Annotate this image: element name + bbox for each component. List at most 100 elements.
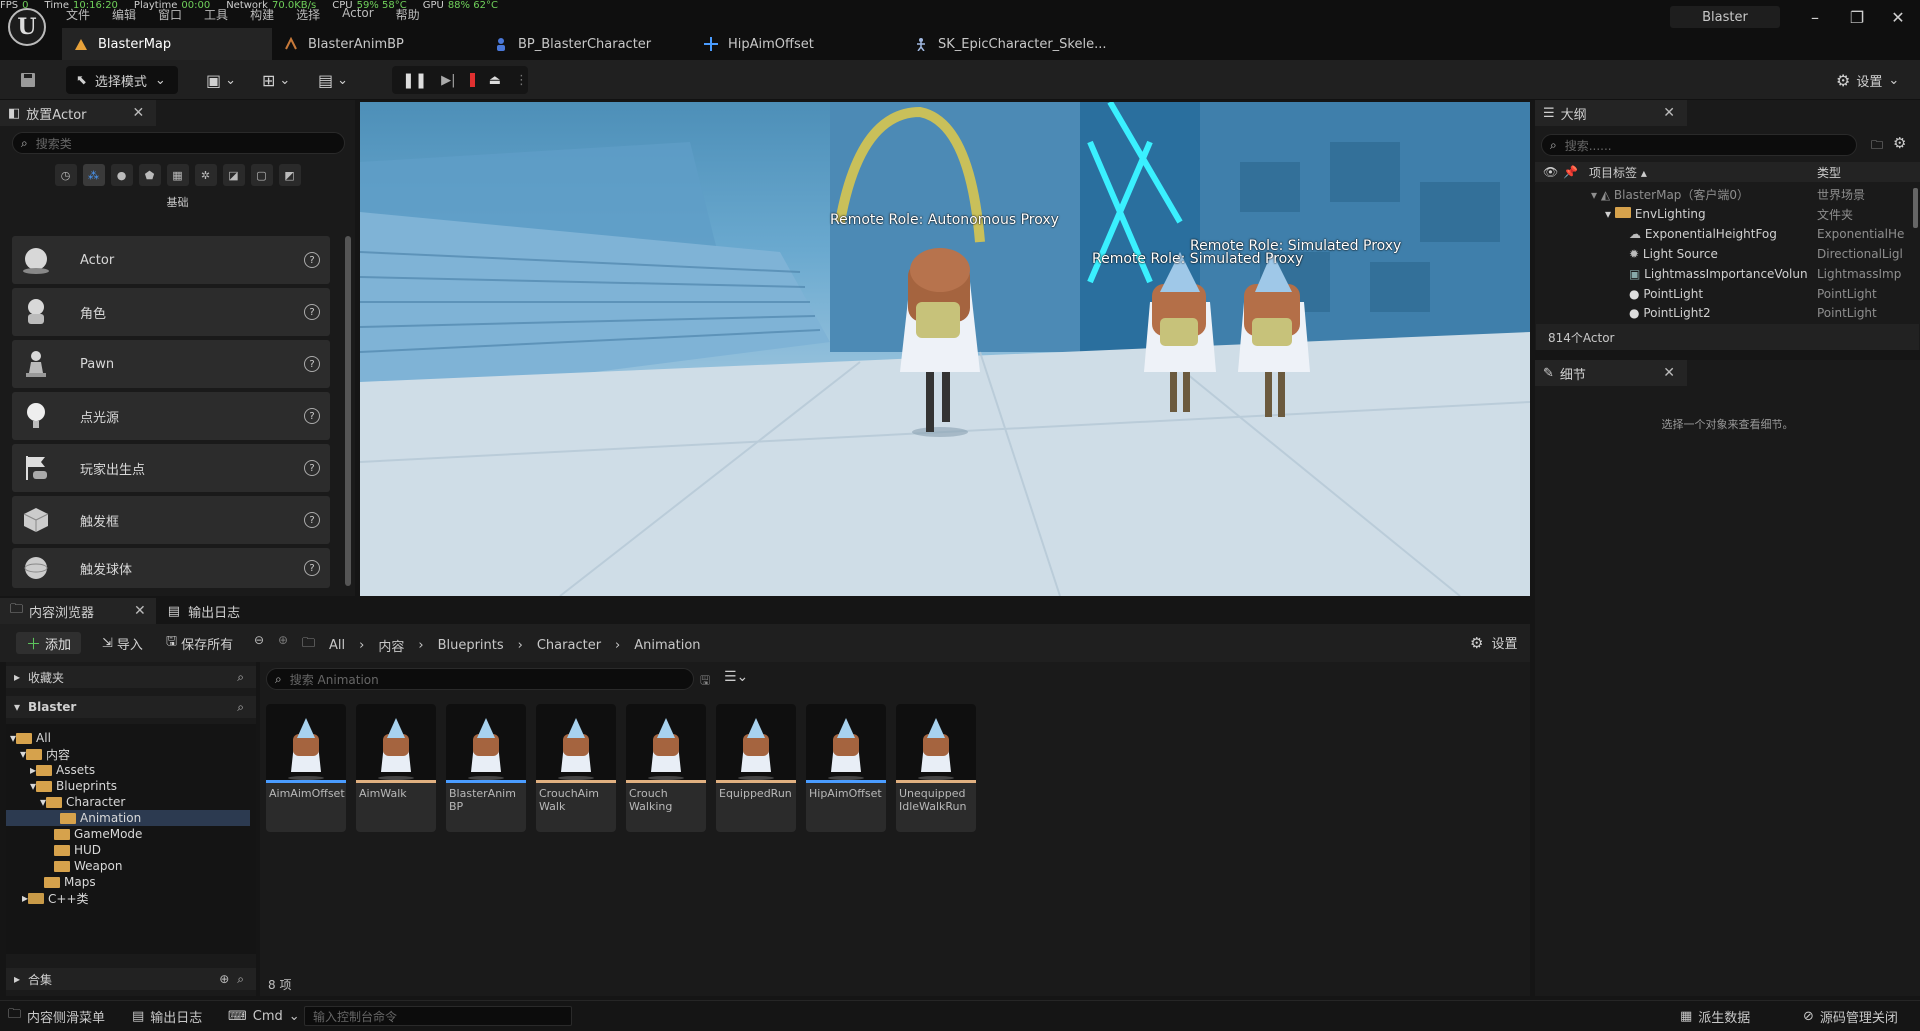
asset-tile[interactable]: CrouchAim Walk: [536, 704, 616, 832]
pin-icon[interactable]: 📌: [1563, 165, 1578, 179]
menu-select[interactable]: 选择: [296, 6, 320, 23]
gear-icon[interactable]: ⚙: [1893, 134, 1906, 152]
tree-item-animation[interactable]: Animation: [6, 810, 250, 826]
unreal-logo-icon[interactable]: U: [8, 8, 46, 46]
visibility-eye-icon[interactable]: 👁: [1543, 165, 1558, 179]
tree-item-blueprints[interactable]: ▾ Blueprints: [6, 778, 250, 794]
cinematics-button[interactable]: ▤ ⌄: [318, 66, 358, 94]
asset-tile[interactable]: HipAimOffset: [806, 704, 886, 832]
asset-tile[interactable]: BlasterAnim BP: [446, 704, 526, 832]
breadcrumb-character[interactable]: Character: [537, 638, 601, 653]
close-icon[interactable]: ✕: [1663, 365, 1675, 381]
save-all-button[interactable]: 🖫 保存所有: [166, 632, 233, 654]
outliner-search-input[interactable]: ⌕ 搜索......: [1541, 134, 1857, 156]
help-icon[interactable]: ?: [304, 408, 320, 424]
output-log-button[interactable]: ▤ 输出日志: [132, 1001, 202, 1031]
all-classes-icon[interactable]: ◩: [278, 164, 301, 186]
outliner-row[interactable]: ▣ LightmassImportanceVolun LightmassImp: [1535, 264, 1920, 284]
menu-tools[interactable]: 工具: [204, 6, 228, 23]
close-icon[interactable]: ✕: [1663, 105, 1675, 121]
visual-effects-icon[interactable]: ✲: [194, 164, 217, 186]
cmd-dropdown[interactable]: ⌨ Cmd ⌄: [228, 1001, 300, 1031]
outliner-row[interactable]: ☁ ExponentialHeightFog ExponentialHe: [1535, 224, 1920, 244]
tree-item-hud[interactable]: HUD: [6, 842, 250, 858]
geometry-icon[interactable]: ◪: [222, 164, 245, 186]
tree-item-all[interactable]: ▾ All: [6, 730, 250, 746]
volume-icon[interactable]: ▢: [250, 164, 273, 186]
settings-button[interactable]: ⚙ 设置 ⌄: [1836, 66, 1899, 94]
shader-icon[interactable]: ⬟: [138, 164, 161, 186]
actor-item-point-light[interactable]: 点光源 ?: [12, 392, 330, 440]
tree-item-maps[interactable]: Maps: [6, 874, 250, 890]
minimize-icon[interactable]: –: [1795, 2, 1835, 32]
outliner-row[interactable]: ● PointLight2 PointLight: [1535, 304, 1920, 322]
actor-item-pawn[interactable]: Pawn ?: [12, 340, 330, 388]
tab-bp-blastercharacter[interactable]: BP_BlasterCharacter: [482, 28, 692, 60]
outliner-scrollbar[interactable]: [1913, 188, 1918, 228]
outliner-row[interactable]: ● PointLight PointLight: [1535, 284, 1920, 304]
favorites-section[interactable]: ▸ 收藏夹 ⌕: [6, 666, 256, 688]
selection-mode-dropdown[interactable]: ⬉ 选择模式 ⌄: [66, 66, 178, 94]
actor-item-character[interactable]: 角色 ?: [12, 288, 330, 336]
import-button[interactable]: ⇲ 导入: [102, 632, 143, 654]
menu-help[interactable]: 帮助: [396, 6, 420, 23]
cinematic-icon[interactable]: ▦: [166, 164, 189, 186]
menu-actor[interactable]: Actor: [342, 6, 374, 23]
breadcrumb-content[interactable]: 内容: [378, 636, 404, 655]
menu-edit[interactable]: 编辑: [112, 6, 136, 23]
help-icon[interactable]: ?: [304, 252, 320, 268]
breadcrumb-all[interactable]: All: [329, 638, 345, 653]
content-settings-button[interactable]: ⚙ 设置: [1470, 633, 1517, 653]
add-button[interactable]: ＋ 添加: [16, 632, 82, 654]
breadcrumb-blueprints[interactable]: Blueprints: [438, 638, 504, 653]
tab-sk-epiccharacter-skeleton[interactable]: SK_EpicCharacter_Skele...: [902, 28, 1123, 60]
outliner-row[interactable]: ✹ Light Source DirectionalLigl: [1535, 244, 1920, 264]
breadcrumb-animation[interactable]: Animation: [634, 638, 700, 653]
content-drawer-button[interactable]: 🗀 内容侧滑菜单: [8, 1001, 105, 1031]
place-actors-tab[interactable]: ◧ 放置Actor ✕: [0, 100, 157, 126]
search-icon[interactable]: ⌕: [237, 670, 244, 685]
maximize-icon[interactable]: ❐: [1837, 2, 1877, 32]
stop-icon[interactable]: [469, 73, 475, 87]
class-search-input[interactable]: ⌕ 搜索类: [12, 132, 345, 154]
chevron-right-icon[interactable]: ›: [615, 638, 620, 653]
help-icon[interactable]: ?: [304, 512, 320, 528]
menu-file[interactable]: 文件: [66, 6, 90, 23]
outliner-row[interactable]: ▾ ◭ BlasterMap（客户端0） 世界场景: [1535, 184, 1920, 204]
tree-item-content[interactable]: ▾ 内容: [6, 746, 250, 762]
asset-tile[interactable]: Unequipped IdleWalkRun: [896, 704, 976, 832]
save-icon[interactable]: [14, 66, 42, 94]
light-icon[interactable]: ●: [110, 164, 133, 186]
help-icon[interactable]: ?: [304, 460, 320, 476]
add-collection-icon[interactable]: ⊕: [219, 972, 229, 986]
asset-tile[interactable]: EquippedRun: [716, 704, 796, 832]
actor-item-player-start[interactable]: 玩家出生点 ?: [12, 444, 330, 492]
project-section[interactable]: ▾ Blaster ⌕: [6, 696, 256, 718]
add-actor-button[interactable]: ▣ ⌄: [206, 66, 246, 94]
outliner-row[interactable]: ▾ EnvLighting 文件夹: [1535, 204, 1920, 224]
forward-icon[interactable]: ⊕: [278, 633, 288, 647]
level-viewport[interactable]: Remote Role: Autonomous Proxy Remote Rol…: [360, 102, 1530, 596]
blueprint-button[interactable]: ⊞ ⌄: [262, 66, 302, 94]
console-command-input[interactable]: 输入控制台命令: [304, 1006, 572, 1026]
tree-item-assets[interactable]: ▸ Assets: [6, 762, 250, 778]
derived-data-button[interactable]: ▦ 派生数据: [1680, 1001, 1750, 1031]
step-icon[interactable]: ▶|: [441, 73, 455, 88]
help-icon[interactable]: ?: [304, 560, 320, 576]
close-icon[interactable]: ✕: [134, 603, 146, 619]
tree-item-character[interactable]: ▾ Character: [6, 794, 250, 810]
asset-tile[interactable]: AimWalk: [356, 704, 436, 832]
search-icon[interactable]: ⌕: [237, 972, 244, 987]
help-icon[interactable]: ?: [304, 356, 320, 372]
place-actors-scrollbar[interactable]: [345, 236, 351, 586]
tab-blastermap[interactable]: BlasterMap: [62, 28, 272, 60]
tab-hipaimoffset[interactable]: HipAimOffset: [692, 28, 902, 60]
pause-icon[interactable]: ❚❚: [402, 71, 427, 89]
source-control-button[interactable]: ⊘ 源码管理关闭: [1803, 1001, 1898, 1031]
eject-icon[interactable]: ⏏: [489, 73, 501, 88]
tree-item-gamemode[interactable]: GameMode: [6, 826, 250, 842]
help-icon[interactable]: ?: [304, 304, 320, 320]
actor-item-trigger-box[interactable]: 触发框 ?: [12, 496, 330, 544]
tab-blasteranimbp[interactable]: BlasterAnimBP: [272, 28, 482, 60]
details-tab[interactable]: ✎ 细节 ✕: [1535, 360, 1687, 386]
